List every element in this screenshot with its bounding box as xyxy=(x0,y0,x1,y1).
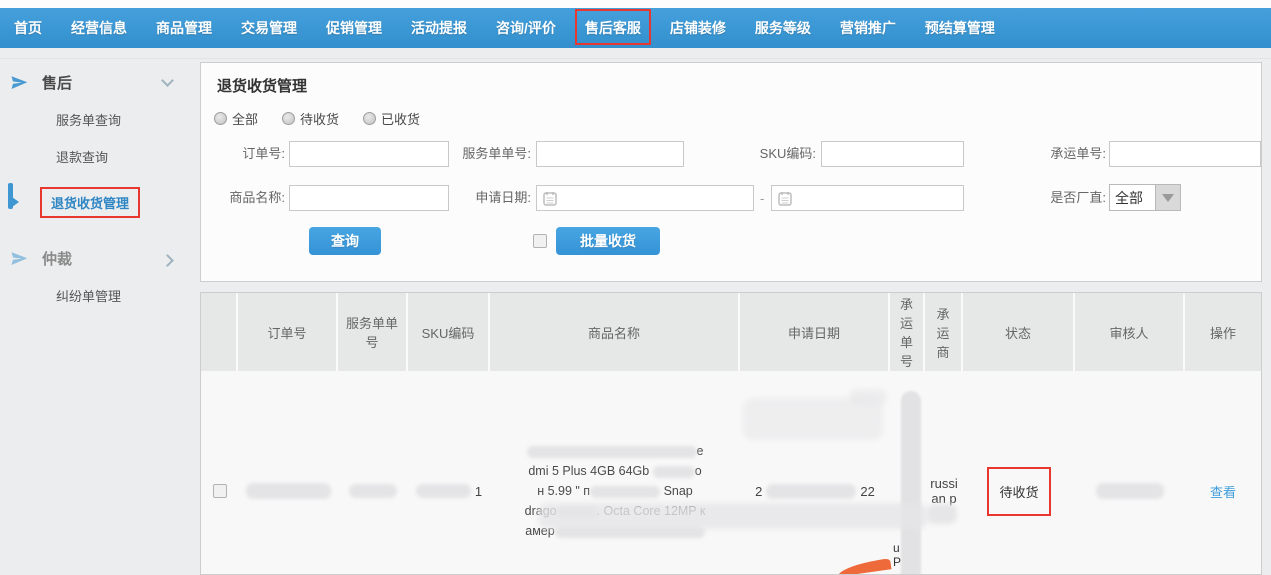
table-row: 1 e dmi 5 Plus 4GB 64Gb о н 5.99 " п Sna… xyxy=(201,371,1261,574)
redaction-smudge xyxy=(849,389,887,405)
redacted-service-no xyxy=(349,484,397,498)
nav-item-presettlement[interactable]: 预结算管理 xyxy=(925,18,995,38)
radio-icon[interactable] xyxy=(282,112,296,125)
row-checkbox[interactable] xyxy=(212,484,227,498)
product-name-label: 商品名称: xyxy=(229,190,285,205)
table-header-action: 操作 xyxy=(1185,293,1261,371)
table-header-checkbox-col xyxy=(201,293,238,371)
radio-all[interactable]: 全部 xyxy=(214,109,258,128)
paper-plane-icon xyxy=(11,75,28,89)
paper-plane-icon xyxy=(11,251,28,265)
apply-date-end-input[interactable] xyxy=(771,185,964,211)
sidebar-group-arbitration[interactable]: 仲裁 xyxy=(0,236,200,277)
search-form-panel: 退货收货管理 全部 待收货 已收货 订单号: 服务单单号: SKU编码: 承运单… xyxy=(200,62,1262,282)
factory-direct-label: 是否厂直: xyxy=(1050,190,1106,205)
nav-item-inquiry-review[interactable]: 咨询/评价 xyxy=(496,18,556,38)
apply-date-start-input[interactable] xyxy=(536,185,754,211)
status-filter-radios: 全部 待收货 已收货 xyxy=(214,109,420,128)
tracking-no-label: 承运单号: xyxy=(1050,146,1106,161)
divider xyxy=(0,58,1271,59)
batch-receive-button[interactable]: 批量收货 xyxy=(556,227,660,255)
status-badge: 待收货 xyxy=(999,484,1039,500)
table-header-reviewer: 审核人 xyxy=(1075,293,1185,371)
redacted-tracking-strip xyxy=(901,391,921,574)
top-strip xyxy=(0,0,1271,8)
sidebar: 售后 服务单查询 退款查询 退货收货管理 仲裁 纠纷单管理 xyxy=(0,60,200,314)
top-navbar: 首页 经营信息 商品管理 交易管理 促销管理 活动提报 咨询/评价 售后客服 店… xyxy=(0,8,1271,48)
sidebar-item-service-order-query[interactable]: 服务单查询 xyxy=(0,101,200,138)
chevron-right-icon[interactable] xyxy=(161,254,174,267)
calendar-icon[interactable] xyxy=(543,191,557,206)
nav-item-promotion-mgmt[interactable]: 促销管理 xyxy=(326,18,382,38)
sidebar-group-aftersales[interactable]: 售后 xyxy=(0,60,200,101)
redacted-carrier-part xyxy=(927,504,957,524)
sidebar-item-refund-query[interactable]: 退款查询 xyxy=(0,138,200,175)
carrier-cell: russian p xyxy=(925,476,963,524)
date-range-separator: - xyxy=(760,191,765,206)
calendar-icon[interactable] xyxy=(778,191,792,206)
dropdown-arrow-icon[interactable] xyxy=(1155,184,1181,211)
tracking-no-input[interactable] xyxy=(1109,141,1261,167)
sidebar-item-return-receipt-mgmt[interactable]: 退货收货管理 xyxy=(0,175,200,230)
table-header-sku: SKU编码 xyxy=(408,293,490,371)
table-header-service-no: 服务单单号 xyxy=(338,293,408,371)
table-header-tracking-no: 承运单号 xyxy=(890,293,925,371)
page-title: 退货收货管理 xyxy=(217,78,308,95)
radio-pending-receipt[interactable]: 待收货 xyxy=(282,109,339,128)
chevron-down-icon[interactable] xyxy=(161,74,174,87)
nav-item-shop-decoration[interactable]: 店铺装修 xyxy=(670,18,726,38)
sku-label: SKU编码: xyxy=(759,146,816,161)
radio-icon[interactable] xyxy=(363,112,377,125)
nav-item-activity-report[interactable]: 活动提报 xyxy=(411,18,467,38)
search-button[interactable]: 查询 xyxy=(309,227,381,255)
redaction-smudge xyxy=(538,503,928,529)
annotation-box-sidebar: 退货收货管理 xyxy=(40,187,141,218)
nav-item-service-level[interactable]: 服务等级 xyxy=(755,18,811,38)
apply-date-cell: 2 22 xyxy=(755,483,875,499)
active-item-marker xyxy=(8,183,19,209)
redacted-date xyxy=(766,483,857,499)
nav-item-trade-mgmt[interactable]: 交易管理 xyxy=(241,18,297,38)
results-table: 订单号 服务单单号 SKU编码 商品名称 申请日期 承运单号 承运商 状态 审核… xyxy=(200,292,1262,575)
table-header-carrier: 承运商 xyxy=(925,293,963,371)
redacted-order-no xyxy=(245,483,331,499)
table-header-order-no: 订单号 xyxy=(238,293,338,371)
service-no-label: 服务单单号: xyxy=(462,146,531,161)
table-header-status: 状态 xyxy=(963,293,1075,371)
annotation-box-status: 待收货 xyxy=(987,466,1051,516)
sidebar-item-dispute-order-mgmt[interactable]: 纠纷单管理 xyxy=(0,277,200,314)
nav-item-home[interactable]: 首页 xyxy=(14,18,42,38)
factory-direct-select[interactable]: 全部 xyxy=(1109,184,1181,211)
order-no-input[interactable] xyxy=(289,141,449,167)
redacted-reviewer xyxy=(1096,483,1164,499)
apply-date-label: 申请日期: xyxy=(475,190,531,205)
radio-icon[interactable] xyxy=(214,112,227,125)
table-header-row: 订单号 服务单单号 SKU编码 商品名称 申请日期 承运单号 承运商 状态 审核… xyxy=(201,293,1261,371)
nav-item-marketing[interactable]: 营销推广 xyxy=(840,18,896,38)
batch-select-checkbox[interactable] xyxy=(533,234,547,248)
status-cell: 待收货 xyxy=(963,466,1075,516)
sku-cell: 1 xyxy=(408,484,490,499)
redacted-sku xyxy=(415,484,471,498)
order-no-label: 订单号: xyxy=(242,146,285,161)
table-header-product-name: 商品名称 xyxy=(490,293,740,371)
tracking-partial-chars: u P xyxy=(893,541,902,569)
sku-input[interactable] xyxy=(821,141,964,167)
view-link[interactable]: 查看 xyxy=(1210,482,1236,501)
radio-received[interactable]: 已收货 xyxy=(363,109,420,128)
nav-item-product-mgmt[interactable]: 商品管理 xyxy=(156,18,212,38)
table-header-apply-date: 申请日期 xyxy=(740,293,890,371)
service-no-input[interactable] xyxy=(536,141,684,167)
product-name-input[interactable] xyxy=(289,185,449,211)
nav-item-business-info[interactable]: 经营信息 xyxy=(71,18,127,38)
nav-item-aftersales-service[interactable]: 售后客服 xyxy=(574,9,651,45)
